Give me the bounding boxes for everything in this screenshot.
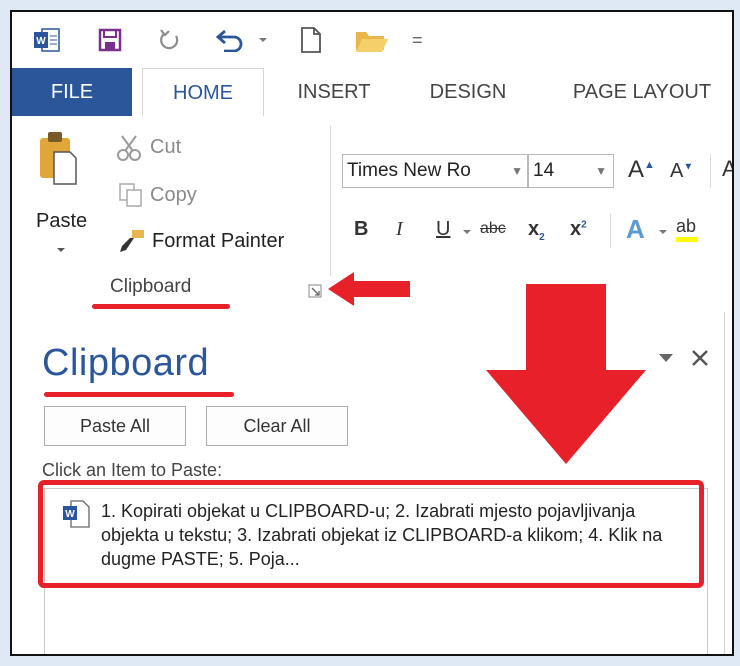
new-document-icon[interactable]	[300, 26, 322, 54]
clipboard-task-pane: Clipboard Paste All Clear All Click an I…	[12, 284, 732, 654]
copy-icon	[119, 183, 142, 207]
underline-dropdown-icon[interactable]	[462, 228, 472, 236]
highlight-color-bar	[676, 237, 698, 242]
tab-design[interactable]: DESIGN	[408, 68, 528, 116]
dialog-launcher-icon[interactable]	[308, 284, 322, 298]
superscript-button[interactable]: x2	[570, 218, 587, 241]
paste-all-button[interactable]: Paste All	[44, 406, 186, 446]
font-name-dropdown-icon[interactable]: ▼	[511, 155, 523, 187]
pane-right-border	[724, 312, 725, 654]
word-app-icon[interactable]: W	[34, 28, 60, 52]
annotation-arrow-left	[328, 272, 410, 306]
copy-button[interactable]: Copy	[150, 184, 197, 207]
font-divider-2	[610, 214, 611, 248]
format-painter-button[interactable]: Format Painter	[152, 230, 284, 253]
undo-icon[interactable]	[214, 28, 244, 52]
cut-button[interactable]: Cut	[150, 136, 181, 159]
annotation-highlight-box	[38, 480, 704, 588]
highlight-label: ab	[676, 216, 697, 236]
tab-page-layout[interactable]: PAGE LAYOUT	[552, 68, 732, 116]
clipboard-group-label: Clipboard	[110, 276, 192, 297]
quick-access-toolbar: W =	[12, 12, 732, 68]
save-icon[interactable]	[98, 28, 122, 52]
word-window: W = FILE HOME INSERT DESIGN PAGE LAYOUT …	[10, 10, 734, 656]
clipboard-label-underline	[92, 304, 230, 309]
paste-button-label[interactable]: Paste	[36, 210, 87, 233]
text-effects-button[interactable]: A	[626, 214, 645, 245]
shrink-font-label: A	[670, 160, 684, 182]
text-effects-dropdown-icon[interactable]	[658, 228, 668, 236]
repeat-icon[interactable]	[158, 28, 182, 52]
superscript-label: x	[570, 218, 582, 240]
highlight-button[interactable]: ab	[676, 216, 698, 242]
bold-button[interactable]: B	[354, 218, 368, 241]
close-icon[interactable]	[690, 348, 710, 368]
svg-text:W: W	[36, 36, 46, 47]
strikethrough-button[interactable]: abc	[480, 220, 506, 238]
subscript-label: x	[528, 218, 540, 240]
ribbon-group-divider	[330, 126, 331, 276]
font-size-value: 14	[533, 160, 555, 181]
tab-file[interactable]: FILE	[12, 68, 132, 116]
italic-button[interactable]: I	[396, 218, 403, 241]
clear-all-button[interactable]: Clear All	[206, 406, 348, 446]
tab-home[interactable]: HOME	[142, 68, 264, 117]
ribbon-tabs: FILE HOME INSERT DESIGN PAGE LAYOUT	[12, 68, 732, 117]
tab-insert[interactable]: INSERT	[278, 68, 390, 116]
scissors-icon	[117, 135, 141, 161]
paste-hint-text: Click an Item to Paste:	[42, 460, 223, 480]
paste-icon[interactable]	[38, 130, 78, 186]
font-size-dropdown-icon[interactable]: ▼	[595, 155, 607, 187]
annotation-arrow-down	[486, 284, 646, 464]
grow-font-button[interactable]: A▲	[628, 156, 655, 184]
subscript-button[interactable]: x2	[528, 218, 545, 243]
font-divider	[710, 154, 711, 188]
pane-title: Clipboard	[42, 342, 210, 384]
pane-title-underline	[44, 392, 234, 397]
customize-qat-icon[interactable]: =	[412, 30, 423, 51]
grow-font-label: A	[628, 156, 645, 183]
font-name-value: Times New Ro	[347, 160, 471, 181]
pane-options-dropdown-icon[interactable]	[658, 352, 674, 364]
shrink-font-button[interactable]: A▼	[670, 160, 693, 183]
change-case-button[interactable]: A	[722, 156, 732, 182]
format-painter-icon	[120, 230, 144, 252]
font-size-box[interactable]: 14 ▼	[528, 154, 614, 188]
undo-dropdown-icon[interactable]	[258, 36, 268, 44]
paste-dropdown-icon[interactable]	[56, 246, 66, 254]
open-folder-icon[interactable]	[354, 28, 390, 54]
font-name-box[interactable]: Times New Ro ▼	[342, 154, 528, 188]
underline-button[interactable]: U	[436, 218, 450, 241]
